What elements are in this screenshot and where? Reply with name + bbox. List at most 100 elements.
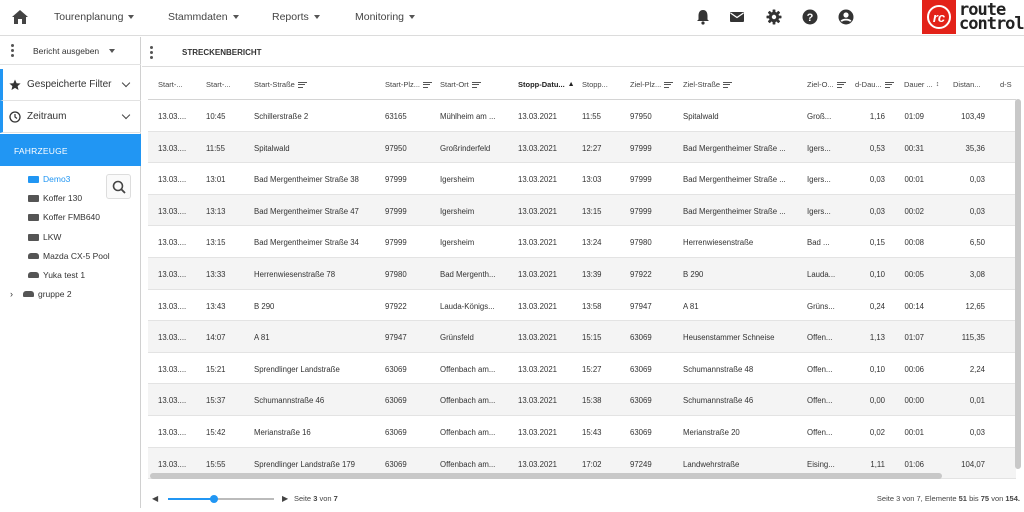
table-cell: 97999 — [630, 206, 652, 216]
next-page-icon[interactable]: ▶ — [282, 494, 288, 503]
table-cell: 97999 — [630, 143, 652, 153]
col-header[interactable]: Start-Straße — [254, 80, 307, 89]
col-header[interactable]: Ziel-Straße — [683, 80, 733, 89]
vehicle-item[interactable]: Demo3 — [28, 174, 70, 184]
truck-icon — [28, 194, 39, 202]
filter-menu-icon[interactable] — [297, 81, 307, 88]
table-cell: 13:13 — [206, 206, 226, 216]
table-cell: 00:02 — [904, 206, 924, 216]
page-slider-knob[interactable] — [209, 495, 218, 503]
vehicle-group[interactable]: › gruppe 2 — [10, 289, 72, 299]
table-cell: Lauda... — [807, 270, 836, 279]
table-row[interactable]: 13.03.... 13:43 B 290 97922 Lauda-Königs... 1… — [148, 290, 1016, 322]
truck-icon — [28, 175, 39, 183]
prev-page-icon[interactable]: ◀ — [152, 494, 158, 503]
col-label: d-S — [1000, 80, 1012, 89]
vehicles-header[interactable]: FAHRZEUGE — [0, 134, 141, 166]
mail-icon[interactable] — [728, 8, 746, 26]
nav-monitoring[interactable]: Monitoring — [355, 11, 416, 23]
table-cell: 63069 — [385, 459, 407, 469]
report-panel: STRECKENBERICHT Start-... Start-... Star… — [142, 37, 1024, 508]
col-header[interactable]: Ziel-O... — [807, 80, 846, 89]
page-of: von — [319, 494, 332, 503]
kebab-menu-icon[interactable] — [150, 46, 153, 59]
table-row[interactable]: 13.03.... 15:37 Schumannstraße 46 63069 Offe… — [148, 384, 1016, 416]
table-cell: Sprendlinger Landstraße — [254, 364, 340, 374]
chevron-right-icon[interactable]: › — [10, 289, 13, 299]
sort-icon[interactable]: ↕ — [936, 81, 940, 88]
col-header[interactable]: Start-Ort — [440, 80, 481, 89]
sort-ascending-icon[interactable]: ▲ — [568, 81, 575, 88]
bell-icon[interactable] — [694, 8, 712, 26]
col-label: Start-... — [158, 80, 183, 89]
help-icon[interactable]: ? — [801, 8, 819, 26]
table-row[interactable]: 13.03.... 15:21 Sprendlinger Landstraße 630… — [148, 353, 1016, 385]
vehicle-item[interactable]: Koffer FMB640 — [28, 212, 100, 222]
table-row[interactable]: 13.03.... 13:15 Bad Mergentheimer Straße 3… — [148, 226, 1016, 258]
col-header[interactable]: d-Dau... — [855, 80, 894, 89]
vehicle-item[interactable]: LKW — [28, 232, 61, 242]
vehicle-item[interactable]: Yuka test 1 — [28, 270, 85, 280]
filter-menu-icon[interactable] — [471, 81, 481, 88]
vehicle-item[interactable]: Koffer 130 — [28, 193, 82, 203]
table-row[interactable]: 13.03.... 13:13 Bad Mergentheimer Straße 4… — [148, 194, 1016, 227]
col-header[interactable]: Distan... — [953, 80, 981, 89]
filter-menu-icon[interactable] — [723, 81, 733, 88]
pagination-bar: ◀ ▶ Seite 3 von 7 Seite 3 von 7, Element… — [142, 489, 1024, 508]
table-cell: 0,00 — [869, 396, 885, 406]
kebab-menu-icon[interactable] — [11, 44, 14, 57]
col-header[interactable]: Start-... — [206, 80, 231, 89]
filter-menu-icon[interactable] — [423, 81, 433, 88]
table-row[interactable]: 13.03.... 15:42 Merianstraße 16 63069 Offenb… — [148, 416, 1016, 448]
saved-filters-panel[interactable]: Gespeicherte Filter — [0, 69, 141, 101]
table-cell: 1,13 — [869, 333, 885, 343]
col-header[interactable]: Dauer ... ↕ — [904, 80, 939, 89]
page-slider[interactable] — [168, 495, 274, 503]
col-header[interactable]: Stopp-Datu... ▲ — [518, 80, 575, 89]
gear-icon[interactable] — [765, 8, 783, 26]
col-header[interactable]: Start-... — [158, 80, 183, 89]
filter-menu-icon[interactable] — [836, 81, 846, 88]
table-cell: 97999 — [630, 175, 652, 185]
period-label: Zeitraum — [27, 111, 67, 122]
table-row[interactable]: 13.03.... 11:55 Spitalwald 97950 Großrinderf… — [148, 131, 1016, 164]
table-cell: 13.03.... — [158, 143, 187, 153]
table-cell: 0,03 — [969, 175, 985, 185]
table-cell: 15:37 — [206, 396, 226, 406]
nav-tourenplanung[interactable]: Tourenplanung — [54, 11, 135, 23]
car-icon — [28, 272, 39, 278]
table-row[interactable]: 13.03.... 14:07 A 81 97947 Grünsfeld 13.03.20… — [148, 321, 1016, 353]
nav-stammdaten[interactable]: Stammdaten — [168, 11, 239, 23]
horizontal-scrollbar[interactable] — [150, 473, 942, 479]
table-cell: 00:01 — [904, 428, 924, 437]
filter-menu-icon[interactable] — [884, 81, 894, 88]
home-icon[interactable] — [11, 9, 29, 25]
period-panel[interactable]: Zeitraum — [0, 101, 141, 133]
table-cell: Sprendlinger Landstraße 179 — [254, 459, 355, 469]
table-cell: 13.03.2021 — [518, 364, 558, 374]
col-header[interactable]: Start-Plz... — [385, 80, 433, 89]
table-cell: Bad Mergentheimer Straße ... — [683, 143, 786, 153]
filter-menu-icon[interactable] — [664, 81, 674, 88]
vertical-scrollbar[interactable] — [1015, 99, 1021, 469]
col-header[interactable]: Stopp... — [582, 80, 608, 89]
account-icon[interactable] — [837, 8, 855, 26]
table-cell: 13.03.... — [158, 270, 187, 279]
table-cell: Heusenstammer Schneise — [683, 333, 775, 343]
table-cell: Großrinderfeld — [440, 143, 491, 153]
nav-reports[interactable]: Reports — [272, 11, 320, 23]
col-header[interactable]: d-S — [1000, 80, 1012, 89]
table-cell: 97950 — [385, 143, 407, 153]
table-row[interactable]: 13.03.... 10:45 Schillerstraße 2 63165 Mühlh… — [148, 100, 1016, 132]
search-button[interactable] — [106, 174, 131, 199]
report-export-bar[interactable]: Bericht ausgeben — [0, 37, 141, 65]
table-cell: 3,08 — [969, 270, 985, 279]
table-row[interactable]: 13.03.... 13:33 Herrenwiesenstraße 78 97980… — [148, 258, 1016, 290]
vehicle-item[interactable]: Mazda CX-5 Pool — [28, 251, 110, 261]
col-label: Stopp-Datu... — [518, 80, 565, 89]
table-row[interactable]: 13.03.... 13:01 Bad Mergentheimer Straße 3… — [148, 163, 1016, 195]
car-icon — [28, 253, 39, 259]
col-header[interactable]: Ziel-Plz... — [630, 80, 674, 89]
route-control-logo: rc route control — [922, 0, 1024, 34]
table-cell: 15:42 — [206, 428, 226, 437]
